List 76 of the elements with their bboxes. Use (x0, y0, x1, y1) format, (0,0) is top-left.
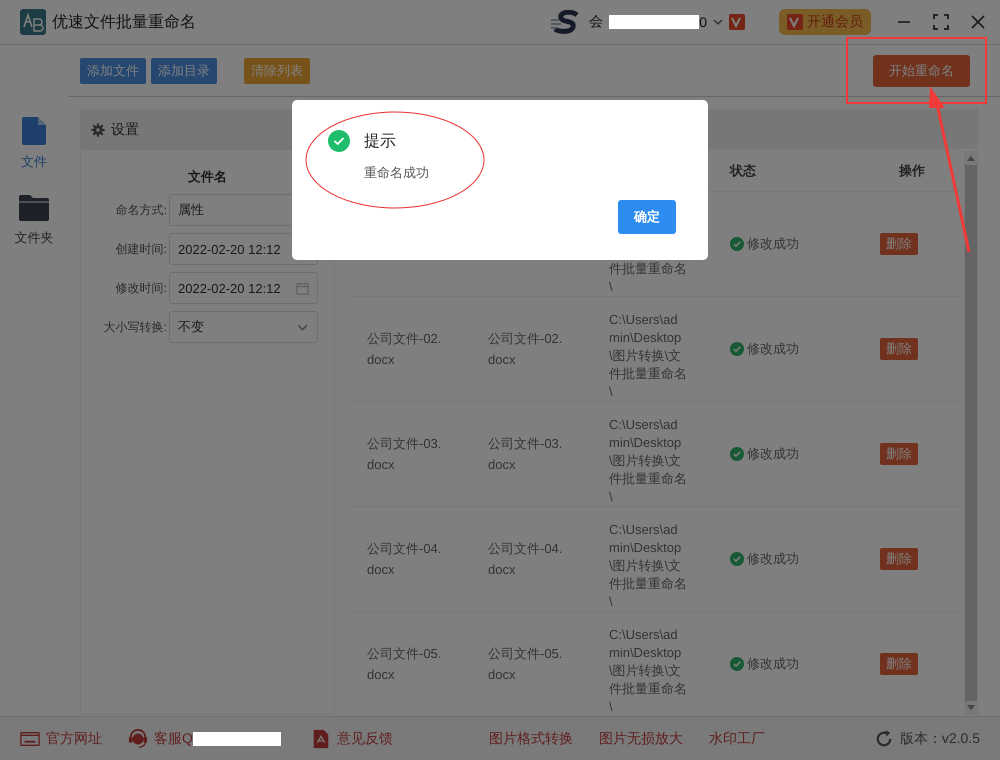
vip-icon (729, 14, 745, 30)
delete-button[interactable]: 删除 (880, 548, 918, 570)
table-cell-text: 公司文件-03.docx (488, 435, 562, 474)
field-label: 大小写转换: (102, 318, 167, 336)
scroll-up-icon[interactable] (967, 155, 975, 161)
document-icon (310, 728, 331, 748)
footer-link[interactable]: 图片格式转换 (488, 730, 573, 748)
input-field[interactable]: 2022-02-20 12:12 (169, 272, 318, 304)
field-label: 创建时间: (114, 240, 167, 258)
table-cell: 件批量重命名 \ (609, 260, 687, 296)
ok-button[interactable]: 确定 (618, 200, 676, 234)
table-cell-text: 公司文件-05.docx (488, 645, 562, 684)
toolbar-button[interactable]: 添加目录 (151, 58, 217, 84)
table-cell: C:\Users\ad min\Desktop \图片转换\文 件批量重命名 \ (609, 626, 687, 715)
settings-title: 设置 (111, 121, 139, 139)
toolbar-button[interactable]: 添加文件 (80, 58, 146, 84)
start-rename-button[interactable]: 开始重命名 (873, 54, 970, 86)
close-icon[interactable] (970, 14, 986, 30)
dialog-title: 提示 (364, 132, 396, 152)
brand-s-icon (551, 10, 582, 34)
table-cell-text: 公司文件-04.docx (488, 540, 562, 579)
headset-icon (128, 728, 148, 748)
status-text: 修改成功 (747, 235, 799, 253)
footer-link[interactable]: 水印工厂 (708, 730, 765, 748)
file-icon (22, 117, 46, 145)
field-label: 命名方式: (114, 202, 167, 218)
delete-button[interactable]: 删除 (880, 653, 918, 675)
vip-icon (787, 14, 803, 30)
vip-button[interactable]: 开通会员 (779, 9, 871, 35)
caret-icon[interactable] (713, 19, 723, 25)
delete-button[interactable]: 删除 (880, 338, 918, 360)
toolbar-button[interactable]: 清除列表 (244, 58, 310, 84)
delete-button[interactable]: 删除 (880, 233, 918, 255)
settings-icon (91, 123, 105, 137)
refresh-icon (874, 728, 894, 748)
account-name[interactable]: 会 (589, 13, 604, 31)
check-circle-icon (730, 237, 744, 251)
success-icon (328, 130, 350, 152)
check-circle-icon (730, 552, 744, 566)
footer-link[interactable]: 意见反馈 (336, 730, 393, 748)
status-text: 修改成功 (747, 445, 799, 463)
footer-link[interactable]: 图片无损放大 (598, 730, 683, 748)
status-text: 修改成功 (747, 340, 799, 358)
table-cell: C:\Users\ad min\Desktop \图片转换\文 件批量重命名 \ (609, 416, 687, 506)
status-text: 修改成功 (747, 550, 799, 568)
table-cell-text: 公司文件-02.docx (367, 330, 442, 369)
table-cell-text: 公司文件-02.docx (488, 330, 562, 369)
scroll-down-icon[interactable] (967, 705, 975, 711)
column-header: 状态 (728, 162, 757, 180)
check-circle-icon (730, 342, 744, 356)
table-cell-text: 公司文件-05.docx (367, 645, 442, 684)
table-cell-text: 公司文件-04.docx (367, 540, 442, 579)
footer-link[interactable]: 官方网址 (46, 730, 102, 748)
account-name-end: 0 (699, 14, 707, 30)
calendar-icon (296, 282, 309, 294)
sidebar-item[interactable]: 文件 (21, 117, 47, 171)
dialog-message: 重命名成功 (364, 164, 429, 182)
status-text: 修改成功 (747, 655, 799, 673)
scrollbar-thumb[interactable] (965, 165, 977, 701)
check-circle-icon (730, 657, 744, 671)
section-heading: 文件名 (188, 168, 227, 186)
version-text: 版本：v2.0.5 (900, 730, 980, 748)
column-header: 操作 (898, 162, 926, 180)
delete-button[interactable]: 删除 (880, 443, 918, 465)
footer-link[interactable]: 客服Q (154, 730, 193, 748)
app-logo-icon (20, 9, 46, 35)
table-cell: C:\Users\ad min\Desktop \图片转换\文 件批量重命名 \ (609, 311, 687, 401)
fullscreen-icon[interactable] (933, 14, 949, 30)
window-title: 优速文件批量重命名 (52, 12, 196, 32)
field-label: 修改时间: (114, 280, 167, 296)
select-field[interactable]: 不变 (169, 311, 318, 343)
folder-icon (19, 195, 49, 221)
check-circle-icon (730, 447, 744, 461)
sidebar-item[interactable]: 文件夹 (14, 195, 54, 247)
table-cell-text: 公司文件-03.docx (367, 435, 442, 474)
table-cell: C:\Users\ad min\Desktop \图片转换\文 件批量重命名 \ (609, 521, 687, 611)
